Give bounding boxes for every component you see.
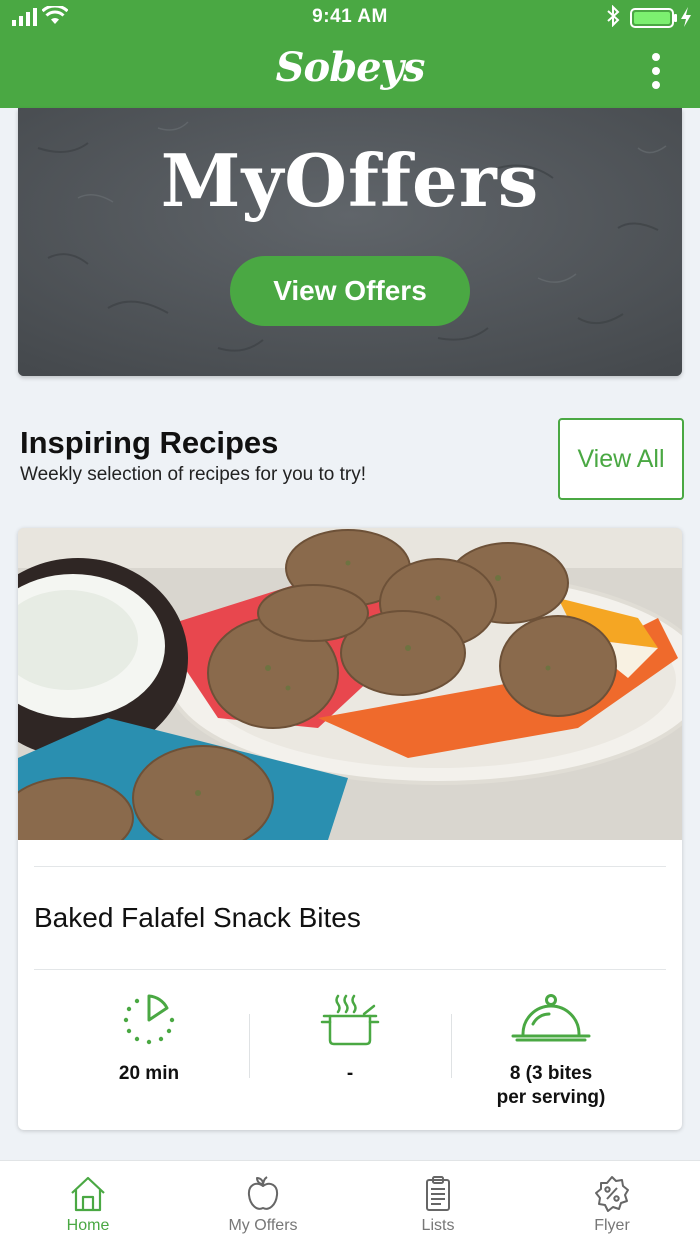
tab-label: My Offers [228,1217,298,1234]
tab-home[interactable]: Home [18,1175,158,1235]
view-offers-button[interactable]: View Offers [230,256,470,326]
home-icon [71,1176,105,1212]
section-title: Inspiring Recipes [20,425,279,460]
prep-time-stat: 20 min [49,992,249,1086]
tab-label: Home [66,1217,110,1234]
tab-label: Lists [421,1217,455,1234]
servings-label-line2: per serving) [496,1087,606,1108]
battery-icon [630,8,677,28]
view-all-button[interactable]: View All [558,418,684,500]
recipe-card[interactable]: Baked Falafel Snack Bites 20 min - 8 (3 … [18,528,682,1130]
charging-bolt-icon [681,7,691,27]
tab-label: Flyer [594,1217,630,1234]
card-divider [34,969,666,970]
recipe-photo [18,528,682,840]
recipe-title: Baked Falafel Snack Bites [34,902,361,933]
servings-label: 8 (3 bites per serving) [451,1062,651,1110]
serving-dish-icon [511,994,591,1042]
cooking-stat: - [250,992,450,1086]
servings-stat: 8 (3 bites per serving) [451,992,651,1110]
section-subtitle: Weekly selection of recipes for you to t… [20,464,367,485]
card-divider [34,866,666,867]
banner-title: MyOffers [160,138,540,223]
myoffers-banner: MyOffers View Offers [18,108,682,376]
apple-icon [247,1176,279,1210]
status-time: 9:41 AM [312,6,388,27]
bottom-tab-bar: Home My Offers Lists Flyer [0,1160,700,1245]
status-bar: 9:41 AM [0,0,700,36]
discount-badge-icon [595,1176,629,1212]
bluetooth-icon [607,5,620,27]
tab-flyer[interactable]: Flyer [542,1175,682,1235]
servings-label-line1: 8 (3 bites [509,1063,593,1084]
clipboard-list-icon [426,1176,450,1211]
cooking-label: - [346,1063,354,1084]
sobeys-logo: Sobeys [275,44,426,91]
app-header: 9:41 AM Sobeys [0,0,700,108]
prep-time-label: 20 min [118,1063,180,1084]
timer-icon [123,994,175,1045]
tab-lists[interactable]: Lists [368,1175,508,1235]
cooking-pot-icon [320,994,380,1046]
tab-my-offers[interactable]: My Offers [193,1175,333,1235]
more-vertical-icon[interactable] [646,52,666,90]
